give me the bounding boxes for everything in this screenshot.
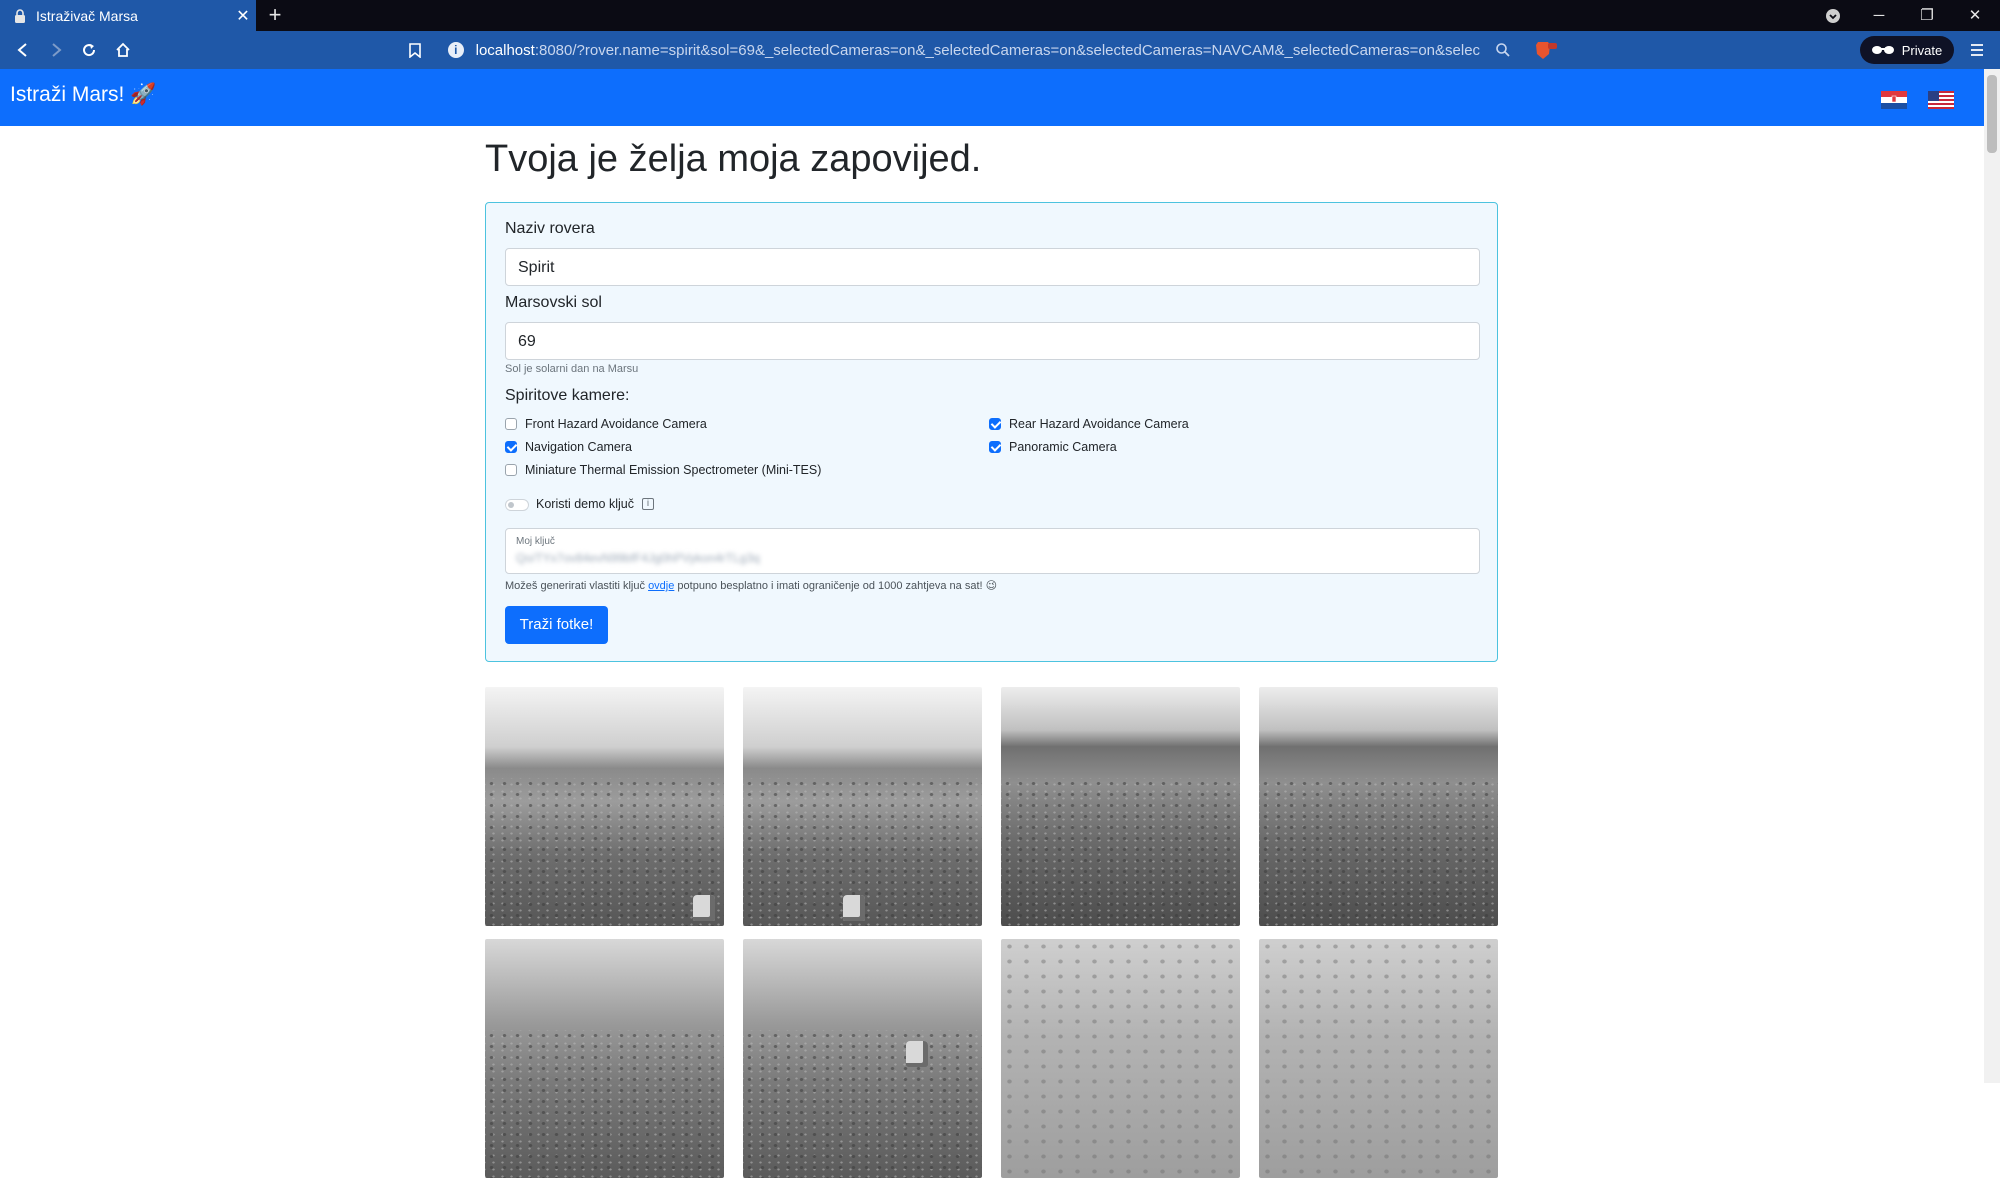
demo-key-label: Koristi demo ključ bbox=[536, 497, 634, 511]
address-bar[interactable]: i localhost:8080/?rover.name=spirit&sol=… bbox=[440, 34, 1480, 66]
menu-icon[interactable] bbox=[1962, 31, 1992, 69]
camera-label-rhaz: Rear Hazard Avoidance Camera bbox=[1009, 417, 1189, 431]
camera-label-pancam: Panoramic Camera bbox=[1009, 440, 1117, 454]
restore-button[interactable]: ❐ bbox=[1904, 0, 1950, 31]
close-window-button[interactable]: ✕ bbox=[1952, 0, 1998, 31]
home-icon[interactable] bbox=[108, 31, 138, 69]
search-photos-button[interactable]: Traži fotke! bbox=[505, 606, 608, 644]
api-key-field[interactable]: Moj ključ Qo/TYx7ov84evN99bfF4Jg0hPVykon… bbox=[505, 528, 1480, 574]
camera-option-fhaz[interactable]: Front Hazard Avoidance Camera bbox=[505, 417, 707, 431]
brave-shield-icon[interactable] bbox=[1531, 31, 1561, 69]
mars-photo[interactable] bbox=[743, 687, 982, 926]
api-key-help: Možeš generirati vlastiti ključ ovdje po… bbox=[505, 579, 997, 592]
private-label: Private bbox=[1901, 42, 1943, 58]
mars-photo[interactable] bbox=[743, 939, 982, 1178]
url-rest: :8080/?rover.name=spirit&sol=69&_selecte… bbox=[534, 41, 1480, 59]
mars-photo[interactable] bbox=[485, 687, 724, 926]
mars-photo[interactable] bbox=[1259, 939, 1498, 1178]
camera-label-fhaz: Front Hazard Avoidance Camera bbox=[525, 417, 707, 431]
checkbox-minites[interactable] bbox=[505, 464, 517, 476]
private-glasses-icon bbox=[1871, 46, 1894, 54]
demo-key-row: Koristi demo ključ i bbox=[536, 497, 654, 511]
page-title: Tvoja je želja moja zapovijed. bbox=[485, 138, 982, 180]
new-tab-button[interactable]: + bbox=[262, 0, 288, 31]
tab-title: Istraživač Marsa bbox=[36, 7, 138, 24]
back-icon[interactable] bbox=[8, 31, 38, 69]
sol-field[interactable]: 69 bbox=[505, 322, 1480, 360]
api-key-help-text: Možeš generirati vlastiti ključ bbox=[505, 580, 649, 592]
tab-search-icon[interactable] bbox=[1810, 0, 1856, 31]
browser-tab[interactable]: Istraživač Marsa ✕ bbox=[0, 0, 256, 31]
site-navbar: Istraži Mars! 🚀 bbox=[0, 69, 1984, 126]
api-key-link[interactable]: ovdje bbox=[648, 580, 674, 592]
camera-label-navcam: Navigation Camera bbox=[525, 440, 632, 454]
cameras-label: Spiritove kamere: bbox=[505, 387, 630, 404]
rover-name-label: Naziv rovera bbox=[505, 220, 595, 237]
scrollbar-thumb[interactable] bbox=[1987, 75, 1997, 153]
browser-toolbar: i localhost:8080/?rover.name=spirit&sol=… bbox=[0, 31, 2000, 69]
checkbox-pancam[interactable] bbox=[989, 441, 1001, 453]
private-window-button[interactable]: Private bbox=[1860, 36, 1954, 64]
api-key-label: Moj ključ bbox=[516, 536, 555, 547]
url-host: localhost bbox=[475, 41, 535, 59]
us-flag-icon[interactable] bbox=[1928, 91, 1954, 109]
reload-icon[interactable] bbox=[74, 31, 104, 69]
checkbox-rhaz[interactable] bbox=[989, 418, 1001, 430]
browser-tab-bar: Istraživač Marsa ✕ + ─ ❐ ✕ bbox=[0, 0, 2000, 31]
page-scrollbar[interactable] bbox=[1984, 69, 2000, 1083]
lock-icon bbox=[15, 8, 25, 23]
camera-option-minites[interactable]: Miniature Thermal Emission Spectrometer … bbox=[505, 463, 821, 477]
croatian-flag-icon[interactable] bbox=[1881, 91, 1907, 109]
tab-close-icon[interactable]: ✕ bbox=[230, 6, 256, 26]
sol-help-text: Sol je solarni dan na Marsu bbox=[505, 363, 639, 375]
bookmark-icon[interactable] bbox=[400, 31, 430, 69]
info-icon[interactable]: i bbox=[641, 498, 654, 510]
url-text: localhost:8080/?rover.name=spirit&sol=69… bbox=[476, 42, 1480, 59]
search-form-card: Naziv rovera Spirit Marsovski sol 69 Sol… bbox=[485, 202, 1498, 662]
camera-label-minites: Miniature Thermal Emission Spectrometer … bbox=[525, 463, 822, 477]
mars-photo[interactable] bbox=[1001, 687, 1240, 926]
checkbox-navcam[interactable] bbox=[505, 441, 517, 453]
sol-label: Marsovski sol bbox=[505, 294, 602, 311]
camera-option-rhaz[interactable]: Rear Hazard Avoidance Camera bbox=[989, 417, 1189, 431]
brand-link[interactable]: Istraži Mars! 🚀 bbox=[10, 83, 156, 107]
checkbox-fhaz[interactable] bbox=[505, 418, 517, 430]
zoom-icon[interactable] bbox=[1488, 31, 1518, 69]
mars-photo[interactable] bbox=[1001, 939, 1240, 1178]
api-key-value: Qo/TYx7ov84evN99bfF4Jg0hPVykon4rTLg3q bbox=[516, 551, 760, 565]
camera-option-pancam[interactable]: Panoramic Camera bbox=[989, 440, 1117, 454]
mars-photo[interactable] bbox=[1259, 687, 1498, 926]
rover-name-field[interactable]: Spirit bbox=[505, 248, 1480, 286]
forward-icon[interactable] bbox=[41, 31, 71, 69]
api-key-help-text-end: potpuno besplatno i imati ograničenje od… bbox=[674, 580, 998, 592]
demo-key-toggle[interactable] bbox=[505, 499, 529, 511]
minimize-button[interactable]: ─ bbox=[1856, 0, 1902, 31]
camera-option-navcam[interactable]: Navigation Camera bbox=[505, 440, 632, 454]
site-info-icon[interactable]: i bbox=[448, 42, 464, 58]
mars-photo[interactable] bbox=[485, 939, 724, 1178]
